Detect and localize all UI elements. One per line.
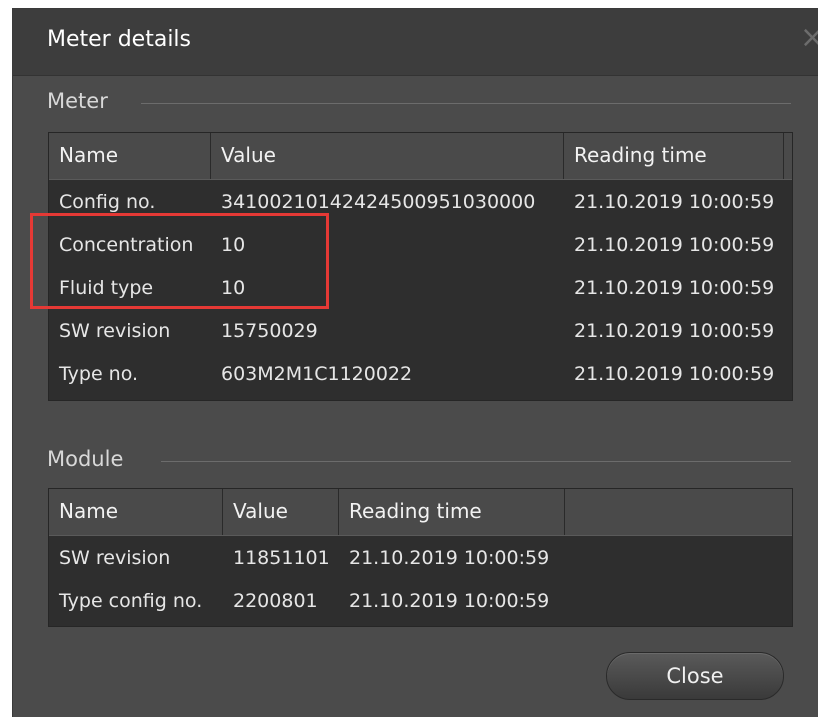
meter-col-reading-time[interactable]: Reading time <box>564 133 784 179</box>
close-button[interactable]: Close <box>606 652 784 700</box>
table-row[interactable]: SW revision 15750029 21.10.2019 10:00:59 <box>49 310 792 353</box>
table-row[interactable]: SW revision 11851101 21.10.2019 10:00:59 <box>49 537 792 580</box>
cell-reading-time: 21.10.2019 10:00:59 <box>574 234 775 256</box>
meter-col-value[interactable]: Value <box>211 133 564 179</box>
module-grid[interactable]: Name Value Reading time SW revision 1185… <box>48 488 793 627</box>
meter-details-dialog: Meter details × Meter Name Value Reading… <box>12 8 818 717</box>
cell-reading-time: 21.10.2019 10:00:59 <box>574 320 775 342</box>
cell-value: 2200801 <box>233 590 318 612</box>
dialog-title: Meter details <box>47 27 192 52</box>
cell-value: 603M2M1C1120022 <box>221 363 413 385</box>
module-section-divider <box>161 461 791 462</box>
cell-reading-time: 21.10.2019 10:00:59 <box>574 191 775 213</box>
dialog-titlebar: Meter details × <box>13 9 818 76</box>
meter-section-divider <box>141 103 791 104</box>
module-col-name[interactable]: Name <box>49 489 223 535</box>
cell-reading-time: 21.10.2019 10:00:59 <box>574 363 775 385</box>
cell-name: Type no. <box>59 363 139 385</box>
table-row[interactable]: Type no. 603M2M1C1120022 21.10.2019 10:0… <box>49 353 792 396</box>
module-section-label: Module <box>47 447 124 471</box>
module-grid-header: Name Value Reading time <box>49 489 792 536</box>
cell-value: 11851101 <box>233 547 330 569</box>
meter-col-name[interactable]: Name <box>49 133 211 179</box>
module-col-value[interactable]: Value <box>223 489 339 535</box>
cell-name: SW revision <box>59 547 171 569</box>
cell-name: Type config no. <box>59 590 203 612</box>
meter-grid-header: Name Value Reading time <box>49 133 792 180</box>
cell-name: SW revision <box>59 320 171 342</box>
cell-reading-time: 21.10.2019 10:00:59 <box>574 277 775 299</box>
cell-value: 15750029 <box>221 320 318 342</box>
cell-reading-time: 21.10.2019 10:00:59 <box>349 590 550 612</box>
module-col-reading-time[interactable]: Reading time <box>339 489 565 535</box>
meter-section-label: Meter <box>47 89 108 113</box>
table-row[interactable]: Type config no. 2200801 21.10.2019 10:00… <box>49 580 792 623</box>
module-col-filler <box>565 489 792 535</box>
close-icon[interactable]: × <box>800 23 818 53</box>
cell-reading-time: 21.10.2019 10:00:59 <box>349 547 550 569</box>
highlight-annotation <box>30 213 329 309</box>
